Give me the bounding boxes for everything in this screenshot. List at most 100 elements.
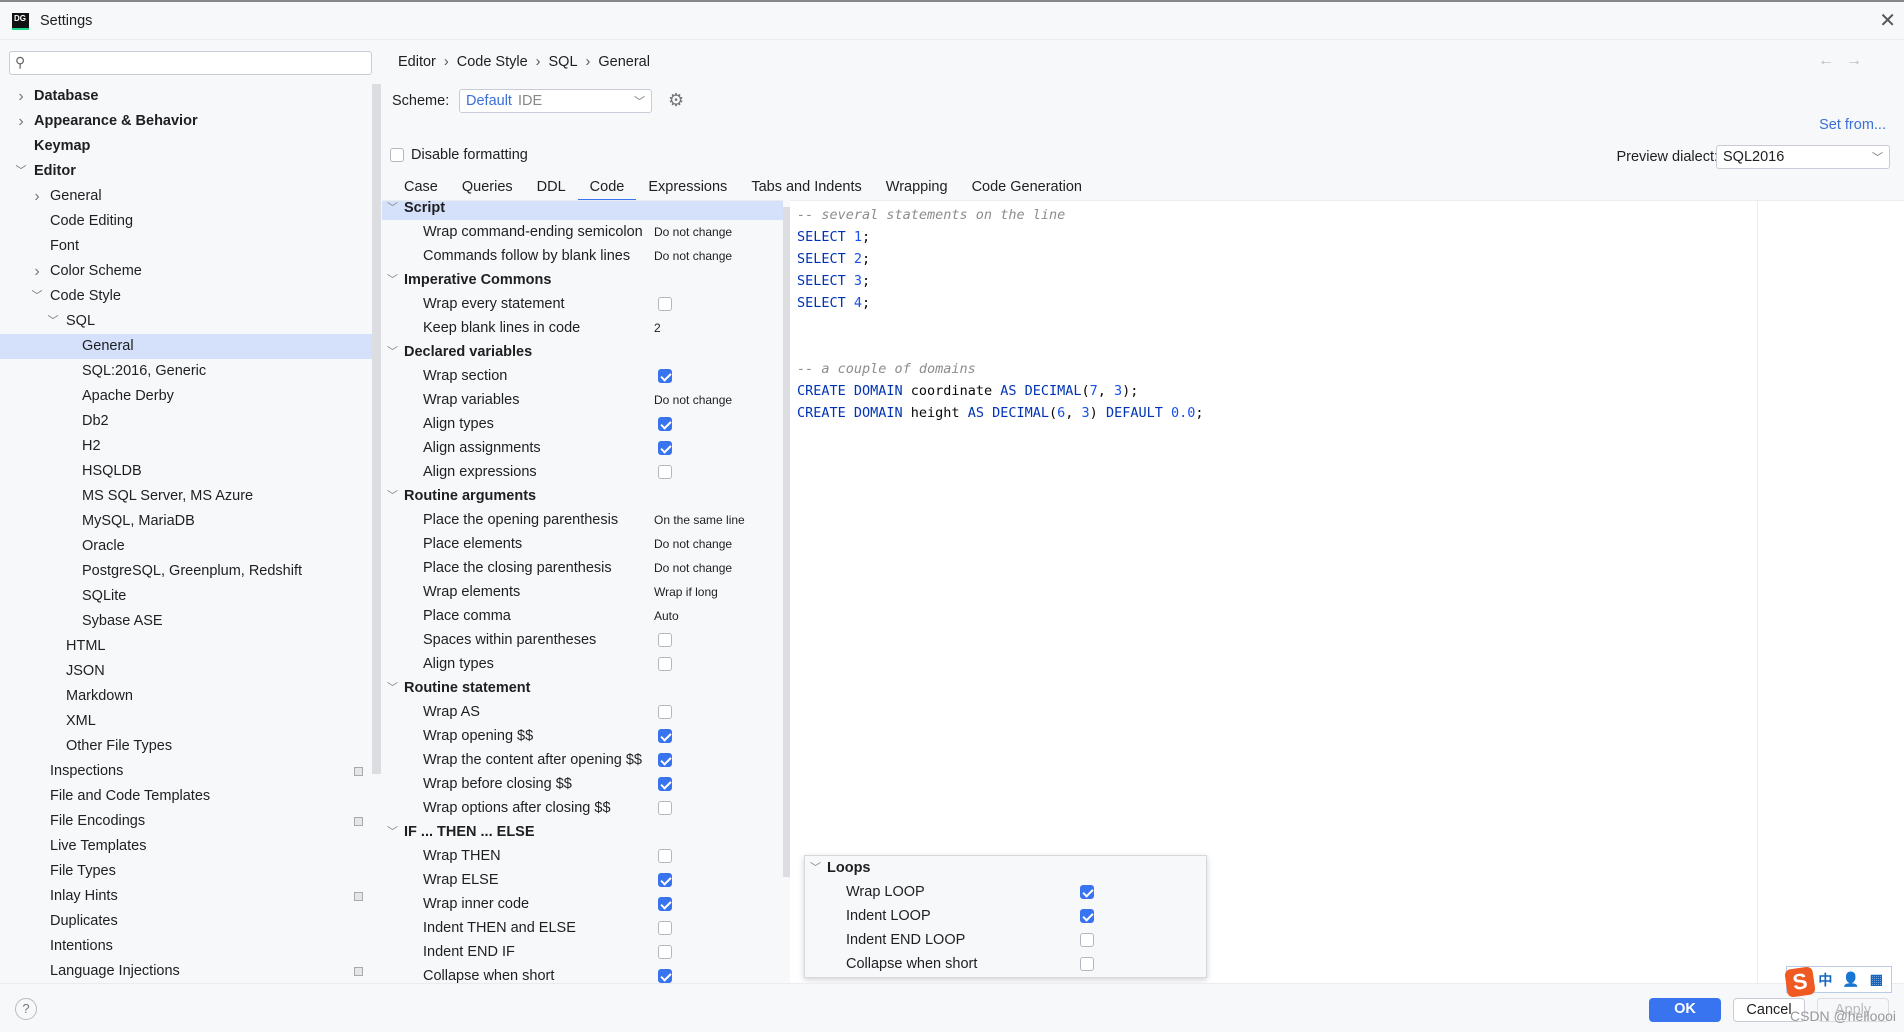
sidebar-item[interactable]: Other File Types — [0, 734, 372, 759]
option-group[interactable]: ﹀ Loops — [805, 856, 1205, 880]
option-checkbox[interactable] — [658, 657, 672, 671]
back-arrow-icon[interactable]: ← — [1818, 52, 1846, 69]
chevron-down-icon[interactable]: ﹀ — [387, 676, 398, 700]
option-group[interactable]: ﹀ Declared variables — [382, 340, 783, 364]
sidebar-item[interactable]: Keymap — [0, 134, 372, 159]
sidebar-item[interactable]: Apache Derby — [0, 384, 372, 409]
chevron-down-icon[interactable]: ﹀ — [810, 856, 821, 880]
tab-wrapping[interactable]: Wrapping — [874, 176, 960, 200]
ime-language[interactable]: 中 — [1818, 970, 1832, 990]
chevron-down-icon[interactable]: ﹀ — [387, 268, 398, 292]
sidebar-item[interactable]: SQLite — [0, 584, 372, 609]
gear-icon[interactable]: ⚙ — [668, 90, 684, 111]
option-checkbox[interactable] — [658, 921, 672, 935]
option-checkbox[interactable] — [658, 417, 672, 431]
chevron-down-icon[interactable]: ﹀ — [387, 340, 398, 364]
sidebar-item[interactable]: HSQLDB — [0, 459, 372, 484]
sidebar-scrollbar[interactable] — [372, 84, 381, 774]
option-group[interactable]: ﹀ Script — [382, 201, 783, 220]
user-icon[interactable]: 👤 — [1842, 971, 1859, 988]
chevron-down-icon[interactable]: ﹀ — [15, 159, 27, 184]
sidebar-item[interactable]: JSON — [0, 659, 372, 684]
option-checkbox[interactable] — [658, 441, 672, 455]
chevron-down-icon[interactable]: ﹀ — [47, 309, 59, 334]
option-checkbox[interactable] — [1080, 909, 1094, 923]
option-value-dropdown[interactable]: Wrap if long — [654, 580, 718, 604]
sidebar-item[interactable]: MySQL, MariaDB — [0, 509, 372, 534]
tab-tabs-and-indents[interactable]: Tabs and Indents — [739, 176, 873, 200]
chevron-down-icon[interactable]: ﹀ — [387, 820, 398, 844]
option-value-dropdown[interactable]: Do not change — [654, 244, 732, 268]
tab-ddl[interactable]: DDL — [525, 176, 578, 200]
option-group[interactable]: ﹀ IF ... THEN ... ELSE — [382, 820, 783, 844]
tab-queries[interactable]: Queries — [450, 176, 525, 200]
option-value-dropdown[interactable]: Do not change — [654, 532, 732, 556]
sidebar-item[interactable]: XML — [0, 709, 372, 734]
option-checkbox[interactable] — [1080, 933, 1094, 947]
sidebar-item[interactable]: Duplicates — [0, 909, 372, 934]
chevron-down-icon[interactable]: ﹀ — [387, 484, 398, 508]
sidebar-item[interactable]: SQL:2016, Generic — [0, 359, 372, 384]
sidebar-item[interactable]: Code Editing — [0, 209, 372, 234]
settings-search-input[interactable]: ⚲ — [9, 51, 372, 75]
option-checkbox[interactable] — [658, 777, 672, 791]
tab-code[interactable]: Code — [577, 176, 637, 202]
help-icon[interactable]: ? — [15, 998, 37, 1020]
checkbox[interactable] — [390, 148, 404, 162]
preview-dialect-dropdown[interactable]: SQL2016 ﹀ — [1716, 145, 1890, 169]
option-value-dropdown[interactable]: Do not change — [654, 388, 732, 412]
sidebar-item[interactable]: Oracle — [0, 534, 372, 559]
sidebar-item[interactable]: Font — [0, 234, 372, 259]
sidebar-item[interactable]: ﹀ SQL — [0, 309, 372, 334]
option-checkbox[interactable] — [658, 945, 672, 959]
sidebar-item[interactable]: Inspections — [0, 759, 372, 784]
option-checkbox[interactable] — [658, 705, 672, 719]
option-checkbox[interactable] — [658, 849, 672, 863]
sidebar-item[interactable]: Sybase ASE — [0, 609, 372, 634]
sidebar-item[interactable]: Db2 — [0, 409, 372, 434]
close-icon[interactable]: ✕ — [1879, 8, 1896, 33]
option-group[interactable]: ﹀ Routine arguments — [382, 484, 783, 508]
options-scrollbar[interactable] — [783, 207, 790, 877]
option-checkbox[interactable] — [1080, 885, 1094, 899]
scheme-dropdown[interactable]: Default IDE ﹀ — [459, 89, 652, 113]
option-value-dropdown[interactable]: Auto — [654, 604, 679, 628]
option-checkbox[interactable] — [658, 297, 672, 311]
sidebar-item[interactable]: Markdown — [0, 684, 372, 709]
option-group[interactable]: ﹀ Routine statement — [382, 676, 783, 700]
sidebar-item[interactable]: File Types — [0, 859, 372, 884]
forward-arrow-icon[interactable]: → — [1846, 52, 1874, 69]
sidebar-item[interactable]: › Appearance & Behavior — [0, 109, 372, 134]
sidebar-item[interactable]: File Encodings — [0, 809, 372, 834]
sidebar-item[interactable]: General — [0, 334, 372, 359]
chevron-right-icon[interactable]: › — [31, 259, 43, 284]
sidebar-item[interactable]: PostgreSQL, Greenplum, Redshift — [0, 559, 372, 584]
sidebar-item[interactable]: File and Code Templates — [0, 784, 372, 809]
option-checkbox[interactable] — [658, 369, 672, 383]
grid-icon[interactable]: ▦ — [1870, 971, 1883, 988]
sidebar-item[interactable]: HTML — [0, 634, 372, 659]
option-checkbox[interactable] — [658, 729, 672, 743]
tab-code-generation[interactable]: Code Generation — [960, 176, 1094, 200]
tab-expressions[interactable]: Expressions — [636, 176, 739, 200]
option-checkbox[interactable] — [658, 801, 672, 815]
sidebar-item[interactable]: Inlay Hints — [0, 884, 372, 909]
disable-formatting-checkbox[interactable]: Disable formatting — [390, 147, 528, 163]
option-checkbox[interactable] — [1080, 957, 1094, 971]
chevron-down-icon[interactable]: ﹀ — [387, 201, 398, 220]
sidebar-item[interactable]: H2 — [0, 434, 372, 459]
sidebar-item[interactable]: Language Injections — [0, 959, 372, 983]
sidebar-item[interactable]: ﹀ Editor — [0, 159, 372, 184]
chevron-down-icon[interactable]: ﹀ — [31, 284, 43, 309]
sidebar-item[interactable]: MS SQL Server, MS Azure — [0, 484, 372, 509]
chevron-right-icon[interactable]: › — [15, 109, 27, 134]
option-checkbox[interactable] — [658, 873, 672, 887]
sidebar-item[interactable]: › General — [0, 184, 372, 209]
chevron-right-icon[interactable]: › — [31, 184, 43, 209]
option-checkbox[interactable] — [658, 633, 672, 647]
option-value-dropdown[interactable]: Do not change — [654, 556, 732, 580]
sidebar-item[interactable]: › Color Scheme — [0, 259, 372, 284]
chevron-right-icon[interactable]: › — [15, 84, 27, 109]
ok-button[interactable]: OK — [1649, 998, 1721, 1022]
tab-case[interactable]: Case — [392, 176, 450, 200]
